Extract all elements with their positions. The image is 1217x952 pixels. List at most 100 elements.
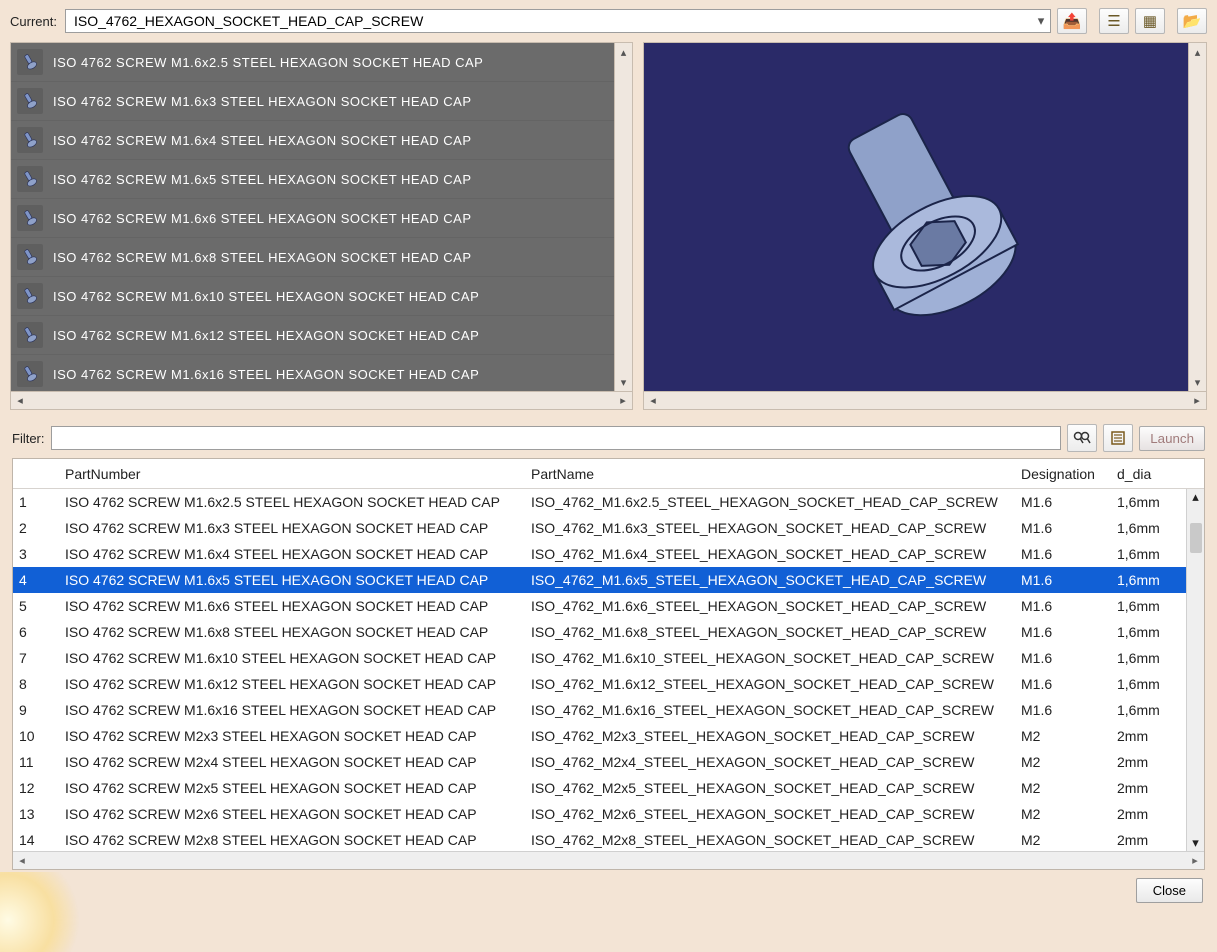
table-row[interactable]: 14ISO 4762 SCREW M2x8 STEEL HEXAGON SOCK…	[13, 827, 1204, 851]
scroll-down-icon[interactable]: ▾	[1192, 835, 1199, 851]
col-partnumber[interactable]: PartNumber	[59, 462, 525, 486]
table-cell: M1.6	[1015, 518, 1111, 538]
table-cell: 1	[13, 492, 59, 512]
table-cell: ISO_4762_M2x3_STEEL_HEXAGON_SOCKET_HEAD_…	[525, 726, 1015, 746]
filter-input[interactable]	[51, 426, 1062, 450]
folder-open-icon[interactable]: 📂	[1177, 8, 1207, 34]
table-row[interactable]: 8ISO 4762 SCREW M1.6x12 STEEL HEXAGON SO…	[13, 671, 1204, 697]
table-cell: ISO 4762 SCREW M1.6x8 STEEL HEXAGON SOCK…	[59, 622, 525, 642]
current-input[interactable]	[66, 10, 1032, 32]
scroll-down-icon[interactable]: ▾	[615, 373, 632, 391]
list-item[interactable]: ISO 4762 SCREW M1.6x6 STEEL HEXAGON SOCK…	[11, 199, 614, 238]
table-cell: 8	[13, 674, 59, 694]
list-item[interactable]: ISO 4762 SCREW M1.6x12 STEEL HEXAGON SOC…	[11, 316, 614, 355]
col-designation[interactable]: Designation	[1015, 462, 1111, 486]
preview-vertical-scrollbar[interactable]: ▴ ▾	[1188, 43, 1206, 391]
view-details-icon[interactable]: ☰	[1099, 8, 1129, 34]
screw-thumbnail-icon	[17, 283, 43, 309]
screw-thumbnail-icon	[17, 127, 43, 153]
list-item-label: ISO 4762 SCREW M1.6x16 STEEL HEXAGON SOC…	[53, 367, 479, 382]
scroll-up-icon[interactable]: ▴	[1192, 489, 1199, 505]
list-item[interactable]: ISO 4762 SCREW M1.6x10 STEEL HEXAGON SOC…	[11, 277, 614, 316]
list-item[interactable]: ISO 4762 SCREW M1.6x8 STEEL HEXAGON SOCK…	[11, 238, 614, 277]
table-cell: 1,6mm	[1111, 596, 1191, 616]
table-cell: M1.6	[1015, 544, 1111, 564]
scroll-up-icon[interactable]: ▴	[1189, 43, 1206, 61]
current-combo[interactable]: ▾	[65, 9, 1051, 33]
table-cell: M1.6	[1015, 700, 1111, 720]
table-cell: ISO_4762_M2x8_STEEL_HEXAGON_SOCKET_HEAD_…	[525, 830, 1015, 850]
close-button[interactable]: Close	[1136, 878, 1203, 903]
preview-panel: ▴ ▾ ◂ ▸	[643, 42, 1207, 410]
filter-label: Filter:	[12, 431, 45, 446]
part-list[interactable]: ISO 4762 SCREW M1.6x2.5 STEEL HEXAGON SO…	[11, 43, 614, 391]
list-item-label: ISO 4762 SCREW M1.6x3 STEEL HEXAGON SOCK…	[53, 94, 472, 109]
folder-up-icon[interactable]: 📤	[1057, 8, 1087, 34]
list-item[interactable]: ISO 4762 SCREW M1.6x16 STEEL HEXAGON SOC…	[11, 355, 614, 391]
chevron-down-icon[interactable]: ▾	[1032, 10, 1050, 32]
list-item[interactable]: ISO 4762 SCREW M1.6x4 STEEL HEXAGON SOCK…	[11, 121, 614, 160]
table-row[interactable]: 10ISO 4762 SCREW M2x3 STEEL HEXAGON SOCK…	[13, 723, 1204, 749]
table-cell: 2mm	[1111, 778, 1191, 798]
scroll-right-icon[interactable]: ▸	[1186, 854, 1204, 867]
scroll-left-icon[interactable]: ◂	[644, 392, 662, 409]
table-cell: ISO_4762_M1.6x3_STEEL_HEXAGON_SOCKET_HEA…	[525, 518, 1015, 538]
scroll-thumb[interactable]	[1190, 523, 1202, 553]
table-cell: ISO 4762 SCREW M1.6x10 STEEL HEXAGON SOC…	[59, 648, 525, 668]
list-item[interactable]: ISO 4762 SCREW M1.6x5 STEEL HEXAGON SOCK…	[11, 160, 614, 199]
filter-options-icon[interactable]	[1103, 424, 1133, 452]
preview-3d-view[interactable]	[644, 43, 1188, 391]
preview-horizontal-scrollbar[interactable]: ◂ ▸	[644, 391, 1206, 409]
table-row[interactable]: 1ISO 4762 SCREW M1.6x2.5 STEEL HEXAGON S…	[13, 489, 1204, 515]
table-cell: M1.6	[1015, 648, 1111, 668]
table-cell: 2	[13, 518, 59, 538]
scroll-right-icon[interactable]: ▸	[614, 392, 632, 409]
table-row[interactable]: 9ISO 4762 SCREW M1.6x16 STEEL HEXAGON SO…	[13, 697, 1204, 723]
list-horizontal-scrollbar[interactable]: ◂ ▸	[11, 391, 632, 409]
col-ddia[interactable]: d_dia	[1111, 462, 1191, 486]
list-item[interactable]: ISO 4762 SCREW M1.6x2.5 STEEL HEXAGON SO…	[11, 43, 614, 82]
view-table-icon[interactable]: ▦	[1135, 8, 1165, 34]
table-header-row: PartNumber PartName Designation d_dia	[13, 459, 1204, 489]
table-row[interactable]: 6ISO 4762 SCREW M1.6x8 STEEL HEXAGON SOC…	[13, 619, 1204, 645]
table-cell: ISO 4762 SCREW M1.6x2.5 STEEL HEXAGON SO…	[59, 492, 525, 512]
table-row[interactable]: 2ISO 4762 SCREW M1.6x3 STEEL HEXAGON SOC…	[13, 515, 1204, 541]
table-cell: 1,6mm	[1111, 622, 1191, 642]
search-icon[interactable]	[1067, 424, 1097, 452]
table-cell: 2mm	[1111, 830, 1191, 850]
list-vertical-scrollbar[interactable]: ▴ ▾	[614, 43, 632, 391]
part-list-panel: ISO 4762 SCREW M1.6x2.5 STEEL HEXAGON SO…	[10, 42, 633, 410]
results-table: PartNumber PartName Designation d_dia 1I…	[12, 458, 1205, 870]
scroll-right-icon[interactable]: ▸	[1188, 392, 1206, 409]
table-cell: ISO_4762_M1.6x12_STEEL_HEXAGON_SOCKET_HE…	[525, 674, 1015, 694]
scroll-left-icon[interactable]: ◂	[13, 854, 31, 867]
table-row[interactable]: 5ISO 4762 SCREW M1.6x6 STEEL HEXAGON SOC…	[13, 593, 1204, 619]
table-row[interactable]: 11ISO 4762 SCREW M2x4 STEEL HEXAGON SOCK…	[13, 749, 1204, 775]
table-row[interactable]: 12ISO 4762 SCREW M2x5 STEEL HEXAGON SOCK…	[13, 775, 1204, 801]
col-partname[interactable]: PartName	[525, 462, 1015, 486]
table-row[interactable]: 13ISO 4762 SCREW M2x6 STEEL HEXAGON SOCK…	[13, 801, 1204, 827]
table-cell: M1.6	[1015, 570, 1111, 590]
table-cell: ISO 4762 SCREW M1.6x12 STEEL HEXAGON SOC…	[59, 674, 525, 694]
table-row[interactable]: 3ISO 4762 SCREW M1.6x4 STEEL HEXAGON SOC…	[13, 541, 1204, 567]
table-row[interactable]: 4ISO 4762 SCREW M1.6x5 STEEL HEXAGON SOC…	[13, 567, 1204, 593]
table-row[interactable]: 7ISO 4762 SCREW M1.6x10 STEEL HEXAGON SO…	[13, 645, 1204, 671]
table-cell: M2	[1015, 778, 1111, 798]
table-cell: 1,6mm	[1111, 648, 1191, 668]
scroll-left-icon[interactable]: ◂	[11, 392, 29, 409]
table-vertical-scrollbar[interactable]: ▴ ▾	[1186, 489, 1204, 851]
table-cell: ISO_4762_M1.6x6_STEEL_HEXAGON_SOCKET_HEA…	[525, 596, 1015, 616]
list-item-label: ISO 4762 SCREW M1.6x12 STEEL HEXAGON SOC…	[53, 328, 479, 343]
table-cell: 1,6mm	[1111, 518, 1191, 538]
screw-thumbnail-icon	[17, 166, 43, 192]
list-item[interactable]: ISO 4762 SCREW M1.6x3 STEEL HEXAGON SOCK…	[11, 82, 614, 121]
launch-button[interactable]: Launch	[1139, 426, 1205, 451]
col-index[interactable]	[13, 470, 59, 478]
table-cell: ISO 4762 SCREW M2x5 STEEL HEXAGON SOCKET…	[59, 778, 525, 798]
table-cell: 1,6mm	[1111, 570, 1191, 590]
scroll-down-icon[interactable]: ▾	[1189, 373, 1206, 391]
list-item-label: ISO 4762 SCREW M1.6x2.5 STEEL HEXAGON SO…	[53, 55, 483, 70]
table-horizontal-scrollbar[interactable]: ◂ ▸	[13, 851, 1204, 869]
scroll-up-icon[interactable]: ▴	[615, 43, 632, 61]
table-cell: ISO_4762_M1.6x4_STEEL_HEXAGON_SOCKET_HEA…	[525, 544, 1015, 564]
